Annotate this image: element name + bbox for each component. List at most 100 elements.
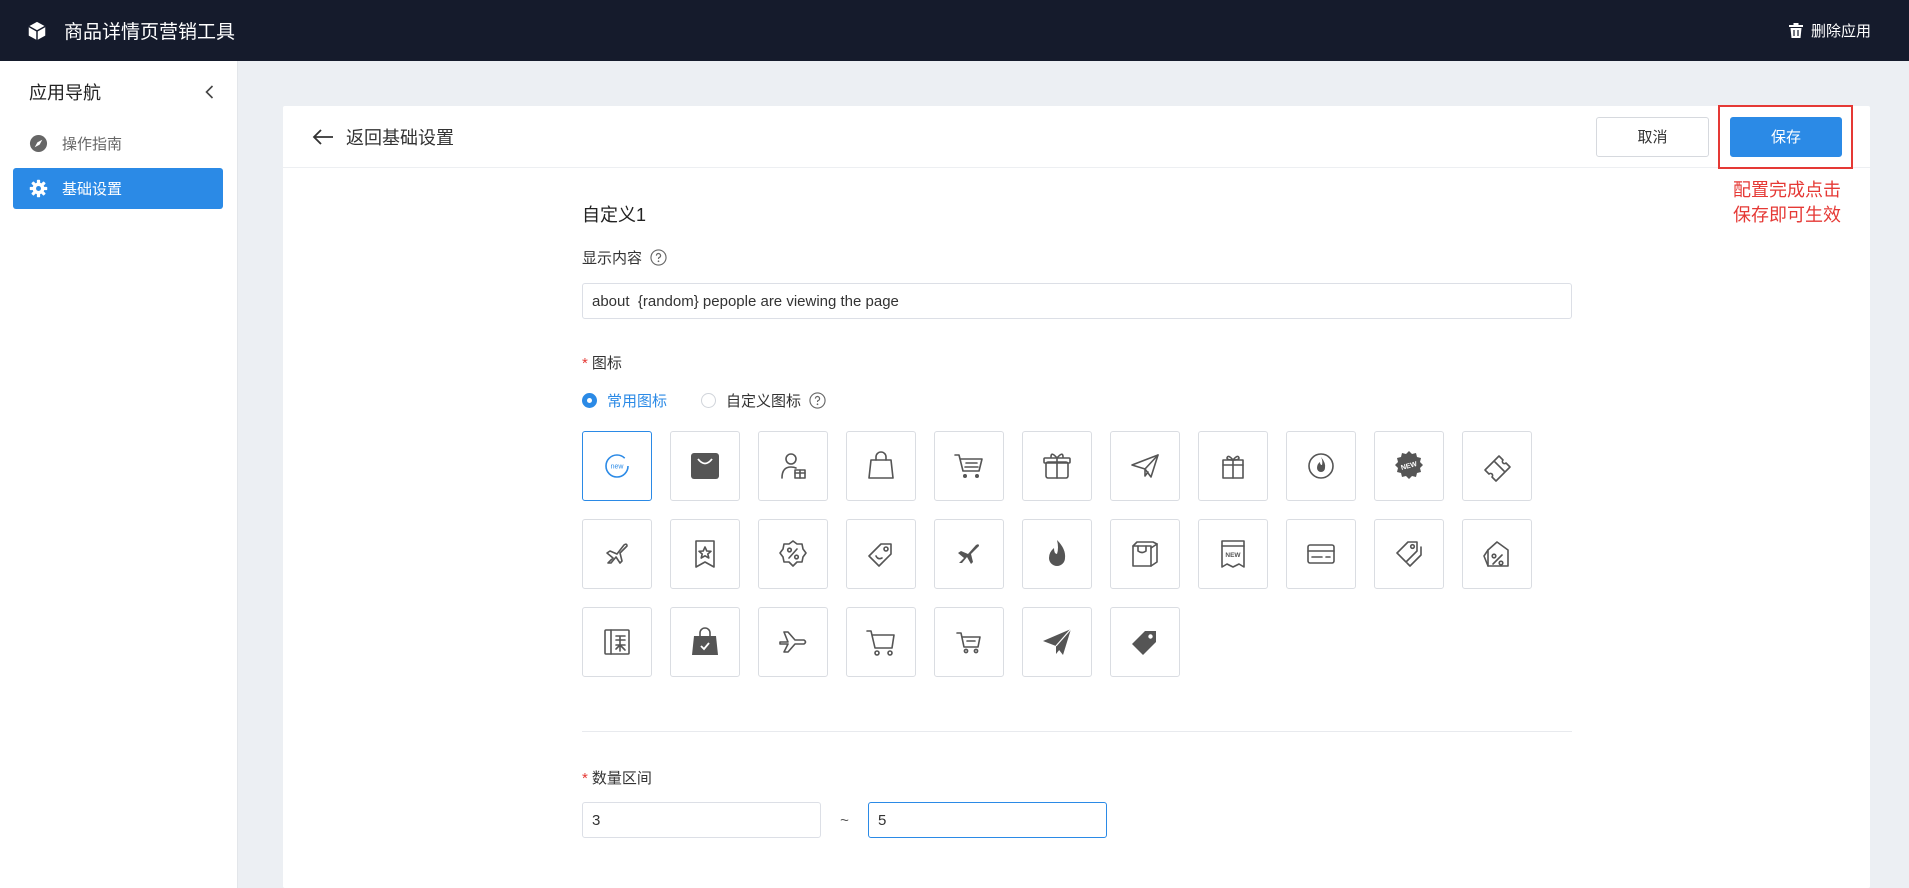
header-actions: 取消 保存 [1596, 116, 1842, 157]
compass-icon [29, 134, 48, 153]
save-button[interactable]: 保存 [1730, 116, 1842, 157]
range-label: 数量区间 [591, 769, 652, 787]
delete-app-button[interactable]: 删除应用 [1788, 20, 1871, 41]
content-label: 显示内容 [582, 249, 643, 267]
gift-box-icon [1043, 453, 1071, 479]
sidebar-title: 应用导航 [29, 83, 101, 103]
content-input[interactable] [582, 283, 1572, 319]
tag-filled-icon [1132, 631, 1156, 655]
icon-option[interactable] [1022, 607, 1092, 677]
back-link[interactable]: 返回基础设置 [312, 124, 454, 150]
icon-option[interactable] [1022, 519, 1092, 589]
icon-option[interactable] [582, 607, 652, 677]
trash-icon [1788, 23, 1803, 38]
sidebar-item-label: 操作指南 [62, 136, 123, 153]
help-icon[interactable] [809, 391, 826, 409]
radio-common-icons[interactable]: 常用图标 [582, 390, 667, 411]
new-badge-icon: new [605, 454, 629, 478]
range-max-input[interactable] [868, 802, 1107, 838]
fire-circle-icon [1308, 453, 1334, 479]
bags-icon [1132, 541, 1158, 567]
icon-option[interactable] [758, 519, 828, 589]
icon-option[interactable] [1110, 607, 1180, 677]
icon-option[interactable] [846, 607, 916, 677]
cart-outline-icon [866, 630, 895, 656]
sidebar-item-basic-settings[interactable]: 基础设置 [13, 168, 223, 209]
icon-option[interactable] [1286, 431, 1356, 501]
flame-icon [1049, 540, 1066, 566]
required-mark: * [582, 354, 588, 372]
delete-app-label: 删除应用 [1810, 23, 1871, 40]
sidebar-item-label: 基础设置 [62, 181, 123, 198]
icon-option[interactable] [1110, 519, 1180, 589]
airplane-filled-icon [958, 544, 979, 564]
icon-grid: new NEW NEW [582, 431, 1572, 677]
user-gift-icon [781, 453, 806, 479]
tags-icon [1396, 541, 1422, 567]
range-separator: ~ [840, 811, 849, 829]
ticket-icon [1484, 455, 1511, 482]
new-seal-icon: NEW [1395, 451, 1423, 479]
top-bar: 商品详情页营销工具 删除应用 [0, 0, 1909, 61]
radio-custom-icons[interactable]: 自定义图标 [701, 390, 801, 411]
airplane-outline-icon [779, 631, 807, 653]
chevron-left-icon[interactable] [201, 83, 219, 101]
new-label-icon: NEW [1221, 540, 1245, 568]
icon-option[interactable] [1462, 431, 1532, 501]
divider [582, 731, 1572, 732]
radio-dot [582, 392, 597, 408]
radio-label: 常用图标 [607, 392, 668, 410]
sidebar: 应用导航 操作指南 基础设置 [0, 61, 238, 888]
custom-form: 自定义1 显示内容 *图标 常用图标 自定义图标 newNEWNEW *数量区间… [582, 200, 1572, 838]
sidebar-header: 应用导航 [0, 61, 237, 123]
icon-option[interactable] [1198, 431, 1268, 501]
icon-option[interactable] [1110, 431, 1180, 501]
price-tag-icon [868, 543, 892, 567]
icon-option[interactable] [934, 607, 1004, 677]
required-mark: * [582, 769, 588, 787]
icon-option[interactable] [758, 607, 828, 677]
icon-option[interactable]: new [582, 431, 652, 501]
icon-option[interactable] [1374, 519, 1444, 589]
icon-option[interactable] [670, 519, 740, 589]
discount-badge-icon [779, 540, 807, 567]
shopping-cart-icon [954, 454, 983, 478]
help-icon[interactable] [650, 248, 667, 266]
shopping-bag-icon [868, 451, 894, 479]
icon-option[interactable] [1286, 519, 1356, 589]
sidebar-item-guide[interactable]: 操作指南 [13, 123, 223, 164]
cart-small-icon [956, 632, 981, 654]
icon-option[interactable] [582, 519, 652, 589]
icon-option[interactable] [846, 519, 916, 589]
icon-option[interactable] [934, 431, 1004, 501]
icon-option[interactable] [1022, 431, 1092, 501]
icon-option[interactable] [934, 519, 1004, 589]
icon-option[interactable] [758, 431, 828, 501]
paper-plane-icon [1131, 454, 1159, 478]
icon-source-radio-group: 常用图标 自定义图标 [582, 389, 1572, 411]
bag-check-filled-icon [692, 627, 718, 655]
icon-option[interactable]: NEW [1374, 431, 1444, 501]
paper-plane-filled-icon [1043, 628, 1072, 655]
gift-icon [1222, 455, 1244, 479]
icon-option[interactable] [1462, 519, 1532, 589]
back-label: 返回基础设置 [346, 127, 454, 148]
gear-icon [29, 179, 48, 198]
section-title: 自定义1 [582, 205, 647, 225]
icon-label-row: * 图标 [582, 351, 1572, 373]
cancel-button[interactable]: 取消 [1596, 116, 1709, 157]
range-min-input[interactable] [582, 802, 821, 838]
icon-option[interactable] [670, 607, 740, 677]
icon-option[interactable]: NEW [1198, 519, 1268, 589]
app-title: 商品详情页营销工具 [64, 22, 236, 43]
radio-dot [701, 392, 717, 408]
annotation-line: 配置完成点击 [1733, 180, 1841, 201]
content-label-row: 显示内容 [582, 246, 1572, 268]
icon-option[interactable] [670, 431, 740, 501]
svg-text:NEW: NEW [1225, 552, 1241, 559]
save-annotation: 配置完成点击 保存即可生效 [1712, 178, 1862, 228]
icon-label: 图标 [591, 354, 622, 372]
icon-option[interactable] [846, 431, 916, 501]
range-label-row: * 数量区间 [582, 766, 1572, 788]
arrow-left-icon [312, 128, 333, 145]
